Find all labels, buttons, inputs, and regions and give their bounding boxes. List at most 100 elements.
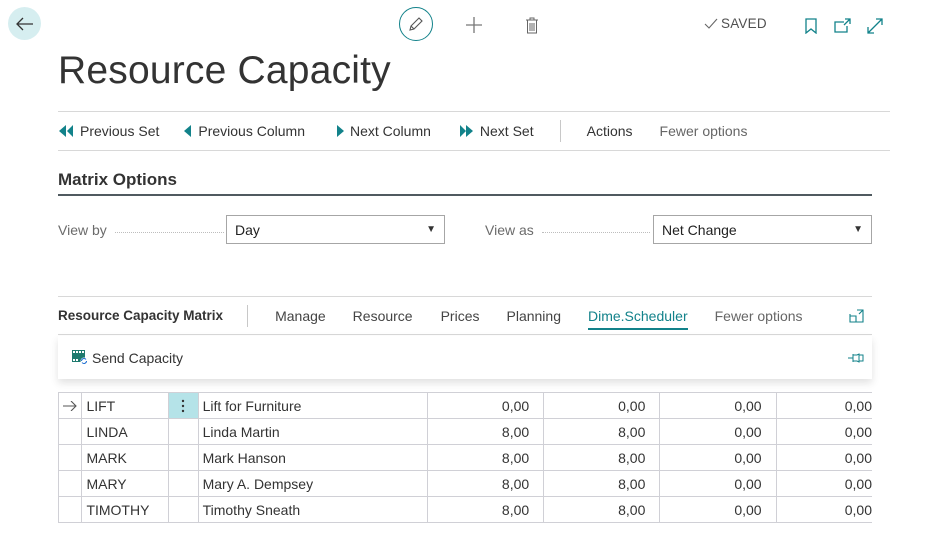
send-capacity-label: Send Capacity (92, 349, 184, 366)
capacity-value-cell[interactable]: 0,00 (777, 471, 872, 496)
resource-name-cell[interactable]: Mary A. Dempsey (199, 471, 428, 496)
view-by-label-text: View by (58, 222, 107, 238)
resource-no-cell[interactable]: LINDA (82, 419, 170, 444)
send-capacity-icon (72, 350, 88, 365)
edit-button[interactable] (399, 7, 433, 41)
tab-fewer-options[interactable]: Fewer options (715, 308, 803, 324)
tab-prices[interactable]: Prices (441, 308, 480, 324)
capacity-value-cell[interactable]: 0,00 (660, 445, 777, 470)
capacity-value-cell[interactable]: 8,00 (428, 419, 545, 444)
subpage-title[interactable]: Resource Capacity Matrix (58, 308, 223, 323)
bookmark-icon (805, 18, 817, 34)
resource-capacity-grid: LIFT Lift for Furniture 0,00 0,00 0,00 0,00 LI… (58, 392, 872, 523)
resource-no-cell[interactable]: TIMOTHY (82, 497, 170, 522)
dotted-leader (541, 231, 650, 233)
view-as-select[interactable]: Net Change ▼ (653, 215, 872, 244)
subpage-action-bar: Resource Capacity Matrix Manage Resource… (58, 296, 872, 335)
resource-name-cell[interactable]: Mark Hanson (199, 445, 428, 470)
more-vertical-icon (182, 399, 185, 412)
tab-manage[interactable]: Manage (275, 308, 326, 324)
row-menu-button[interactable] (169, 393, 199, 418)
capacity-value-cell[interactable]: 0,00 (660, 393, 777, 418)
view-by-label: View by (58, 222, 224, 238)
resource-no-cell[interactable]: LIFT (82, 393, 170, 418)
trash-icon (526, 17, 538, 33)
bookmark-button[interactable] (801, 15, 821, 37)
table-row[interactable]: MARY Mary A. Dempsey 8,00 8,00 0,00 0,00 (58, 471, 872, 497)
capacity-value-cell[interactable]: 0,00 (544, 393, 661, 418)
row-indicator (58, 393, 83, 418)
capacity-value-cell[interactable]: 0,00 (428, 393, 545, 418)
table-row[interactable]: TIMOTHY Timothy Sneath 8,00 8,00 0,00 0,00 (58, 497, 872, 523)
plus-icon (466, 17, 482, 33)
next-column-label: Next Column (349, 123, 431, 139)
view-by-select[interactable]: Day ▼ (226, 215, 445, 244)
separator (247, 304, 249, 327)
capacity-value-cell[interactable]: 8,00 (544, 445, 661, 470)
back-button[interactable] (8, 7, 41, 40)
new-button[interactable] (463, 14, 485, 36)
capacity-value-cell[interactable]: 8,00 (428, 445, 545, 470)
capacity-value-cell[interactable]: 0,00 (777, 393, 872, 418)
matrix-options-title[interactable]: Matrix Options (58, 170, 177, 190)
actions-label: Actions (586, 123, 633, 139)
capacity-value-cell[interactable]: 0,00 (777, 419, 872, 444)
expand-button[interactable] (864, 15, 886, 37)
view-as-value: Net Change (662, 221, 737, 238)
pin-button[interactable] (848, 352, 864, 363)
tab-planning[interactable]: Planning (507, 308, 562, 324)
row-indicator (58, 471, 83, 496)
actions-menu[interactable]: Actions (587, 123, 633, 139)
table-row[interactable]: LINDA Linda Martin 8,00 8,00 0,00 0,00 (58, 419, 872, 445)
resource-no-cell[interactable]: MARK (82, 445, 170, 470)
row-indicator (58, 497, 83, 522)
capacity-value-cell[interactable]: 8,00 (544, 471, 661, 496)
row-menu-button (169, 419, 199, 444)
dropdown-caret-icon: ▼ (426, 224, 436, 235)
tab-dime-scheduler[interactable]: Dime.Scheduler (588, 308, 688, 330)
row-menu-button (169, 497, 199, 522)
saved-label: SAVED (721, 16, 767, 31)
next-set-button[interactable]: Next Set (459, 123, 534, 139)
delete-button[interactable] (522, 14, 542, 36)
double-left-triangle-icon (59, 125, 73, 137)
tab-resource[interactable]: Resource (353, 308, 413, 324)
open-full-page-button[interactable] (849, 308, 864, 323)
view-by-value: Day (235, 221, 260, 238)
resource-no-cell[interactable]: MARY (82, 471, 170, 496)
view-as-label: View as (485, 222, 650, 238)
capacity-value-cell[interactable]: 0,00 (777, 497, 872, 522)
capacity-value-cell[interactable]: 8,00 (544, 419, 661, 444)
table-row[interactable]: MARK Mark Hanson 8,00 8,00 0,00 0,00 (58, 445, 872, 471)
dime-scheduler-menu: Send Capacity (58, 336, 872, 379)
capacity-value-cell[interactable]: 8,00 (544, 497, 661, 522)
next-set-label: Next Set (479, 123, 534, 139)
send-capacity-button[interactable]: Send Capacity (72, 350, 183, 366)
open-new-window-button[interactable] (831, 15, 853, 37)
resource-name-cell[interactable]: Lift for Furniture (199, 393, 428, 418)
capacity-value-cell[interactable]: 8,00 (428, 471, 545, 496)
row-menu-button (169, 471, 199, 496)
resource-name-cell[interactable]: Timothy Sneath (199, 497, 428, 522)
pencil-icon (409, 17, 423, 31)
separator (559, 120, 561, 142)
pin-icon (848, 352, 864, 363)
table-row[interactable]: LIFT Lift for Furniture 0,00 0,00 0,00 0,00 (58, 393, 872, 419)
capacity-value-cell[interactable]: 0,00 (777, 445, 872, 470)
fewer-options-label: Fewer options (659, 123, 748, 139)
next-column-button[interactable]: Next Column (336, 123, 431, 139)
arrow-left-icon (15, 17, 33, 30)
dotted-leader (114, 231, 224, 233)
fewer-options-button[interactable]: Fewer options (660, 123, 748, 139)
previous-set-button[interactable]: Previous Set (59, 123, 159, 139)
capacity-value-cell[interactable]: 0,00 (660, 497, 777, 522)
capacity-value-cell[interactable]: 0,00 (660, 471, 777, 496)
arrow-right-icon (63, 400, 77, 411)
capacity-value-cell[interactable]: 0,00 (660, 419, 777, 444)
capacity-value-cell[interactable]: 8,00 (428, 497, 545, 522)
resource-name-cell[interactable]: Linda Martin (199, 419, 428, 444)
previous-column-button[interactable]: Previous Column (184, 123, 305, 139)
saved-status: SAVED (704, 16, 767, 31)
row-indicator (58, 445, 83, 470)
row-menu-button (169, 445, 199, 470)
